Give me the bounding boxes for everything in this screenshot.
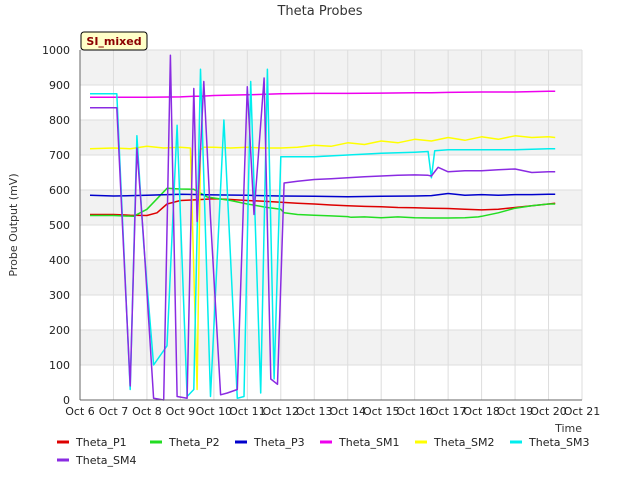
legend-label: Theta_SM4 bbox=[75, 454, 136, 467]
legend-item-theta-p1: Theta_P1 bbox=[57, 436, 127, 449]
badge-label: SI_mixed bbox=[86, 35, 141, 48]
y-tick-label: 100 bbox=[49, 359, 70, 372]
x-tick-label: Oct 14 bbox=[329, 405, 366, 418]
x-tick-label: Oct 17 bbox=[430, 405, 467, 418]
x-tick-label: Oct 16 bbox=[396, 405, 433, 418]
x-tick-labels: Oct 6 Oct 7 Oct 8 Oct 9 Oct 10Oct 11Oct 12Oc… bbox=[65, 405, 600, 418]
y-tick-label: 1000 bbox=[42, 44, 70, 57]
y-tick-label: 400 bbox=[49, 254, 70, 267]
legend-label: Theta_SM1 bbox=[338, 436, 399, 449]
x-tick-label: Oct 18 bbox=[463, 405, 500, 418]
legend-item-theta-sm3: Theta_SM3 bbox=[510, 436, 589, 449]
band-stripe bbox=[80, 330, 582, 365]
x-tick-label: Oct 7 bbox=[99, 405, 129, 418]
legend-label: Theta_P2 bbox=[168, 436, 220, 449]
y-tick-label: 0 bbox=[63, 394, 70, 407]
legend-label: Theta_P3 bbox=[253, 436, 305, 449]
x-tick-label: Oct 20 bbox=[530, 405, 567, 418]
x-tick-label: Oct 21 bbox=[564, 405, 601, 418]
y-tick-label: 500 bbox=[49, 219, 70, 232]
x-tick-label: Oct 12 bbox=[263, 405, 300, 418]
legend-item-theta-p3: Theta_P3 bbox=[235, 436, 305, 449]
y-tick-label: 800 bbox=[49, 114, 70, 127]
legend-item-theta-sm1: Theta_SM1 bbox=[320, 436, 399, 449]
chart-title: Theta Probes bbox=[276, 4, 362, 19]
legend-item-theta-p2: Theta_P2 bbox=[150, 436, 220, 449]
chart-svg: Theta Probes Oct 6 Oct 7 Oct 8 Oct 9 Oct 10O… bbox=[7, 4, 600, 467]
x-axis-label: Time bbox=[554, 422, 582, 435]
x-tick-label: Oct 9 bbox=[166, 405, 196, 418]
x-tick-label: Oct 10 bbox=[196, 405, 233, 418]
y-tick-label: 600 bbox=[49, 184, 70, 197]
legend-item-theta-sm2: Theta_SM2 bbox=[415, 436, 494, 449]
y-tick-label: 700 bbox=[49, 149, 70, 162]
x-tick-label: Oct 15 bbox=[363, 405, 400, 418]
x-tick-label: Oct 8 bbox=[132, 405, 162, 418]
y-axis-label: Probe Output (mV) bbox=[7, 173, 20, 276]
x-tick-label: Oct 13 bbox=[296, 405, 333, 418]
band-stripe bbox=[80, 50, 582, 85]
x-tick-label: Oct 19 bbox=[497, 405, 534, 418]
legend-label: Theta_SM2 bbox=[433, 436, 494, 449]
legend-item-theta-sm4: Theta_SM4 bbox=[57, 454, 136, 467]
y-tick-labels: 0 100 200 300 400 500 600 700 800 900 1000 bbox=[42, 44, 70, 407]
legend: Theta_P1 Theta_P2 Theta_P3 Theta_SM1 Theta_S… bbox=[57, 436, 589, 467]
band-stripe bbox=[80, 260, 582, 295]
y-tick-label: 200 bbox=[49, 324, 70, 337]
y-tick-label: 300 bbox=[49, 289, 70, 302]
legend-label: Theta_P1 bbox=[75, 436, 127, 449]
y-tick-label: 900 bbox=[49, 79, 70, 92]
legend-label: Theta_SM3 bbox=[528, 436, 589, 449]
si-mixed-badge: SI_mixed bbox=[80, 31, 148, 51]
x-tick-label: Oct 11 bbox=[229, 405, 266, 418]
